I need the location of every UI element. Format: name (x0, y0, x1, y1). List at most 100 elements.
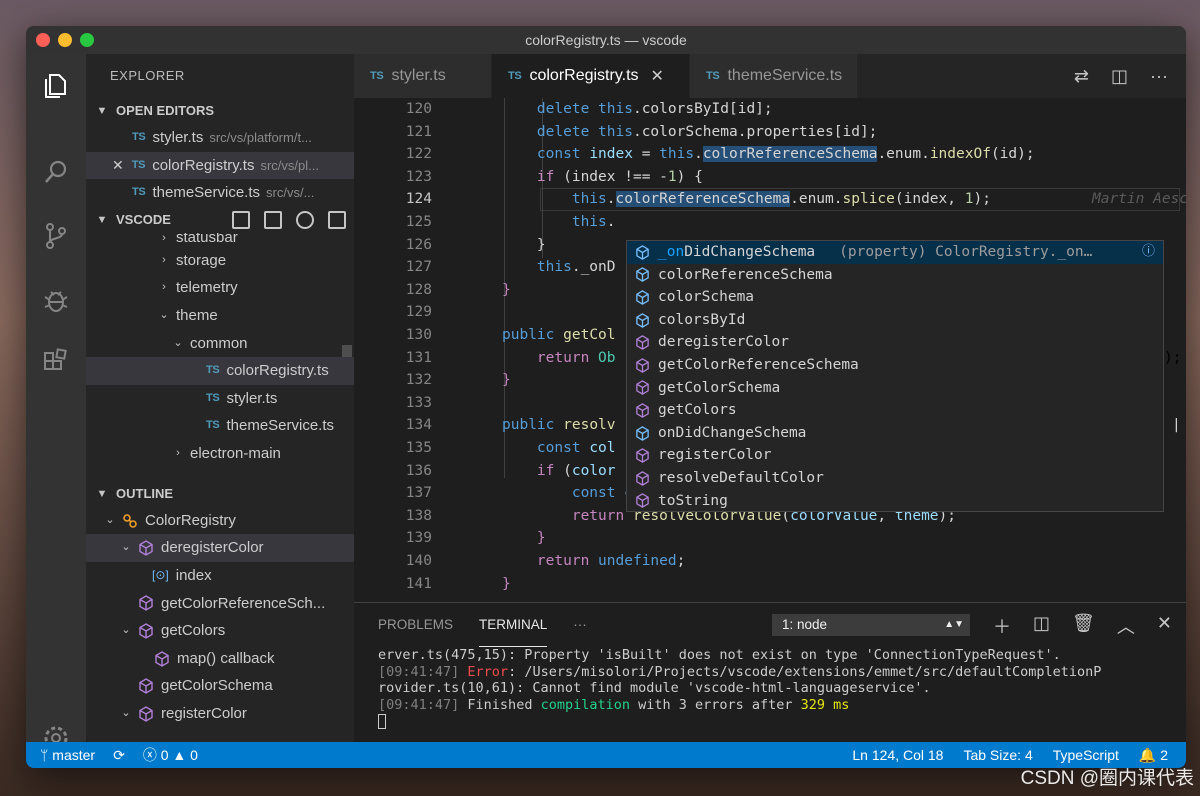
suggestion-item[interactable]: getColors (627, 399, 1163, 422)
property-icon (636, 425, 649, 441)
minimize-window-button[interactable] (58, 33, 72, 47)
compare-changes-icon[interactable]: ⇄ (1074, 66, 1089, 87)
bottom-panel: PROBLEMS TERMINAL ··· 1: node ▲▼ ＋ ◫ 🗑 ︿… (354, 602, 1186, 742)
outline-item[interactable]: ⌄ deregisterColor (86, 534, 354, 562)
typescript-file-icon: TS (206, 391, 220, 404)
explorer-title: EXPLORER (110, 68, 185, 83)
cursor-position[interactable]: Ln 124, Col 18 (852, 747, 943, 763)
notifications-indicator[interactable]: 🔔 2 (1139, 747, 1168, 764)
files-icon[interactable] (38, 68, 74, 104)
new-folder-icon[interactable] (264, 210, 282, 229)
outline-item[interactable]: ⌄ ColorRegistry (86, 507, 354, 535)
suggestion-item[interactable]: getColorReferenceSchema (627, 354, 1163, 377)
tab-terminal[interactable]: TERMINAL (479, 603, 548, 647)
outline-item[interactable]: getColorSchema (86, 672, 354, 700)
terminal-output[interactable]: erver.ts(475,15): Property 'isBuilt' doe… (354, 647, 1186, 730)
property-icon (636, 312, 649, 328)
suggestion-item[interactable]: onDidChangeSchema (627, 422, 1163, 445)
new-terminal-icon[interactable]: ＋ (993, 613, 1011, 639)
open-editors-header[interactable]: ▼ OPEN EDITORS (86, 98, 354, 124)
zoom-window-button[interactable] (80, 33, 94, 47)
tree-file[interactable]: TS themeService.ts (86, 412, 354, 440)
suggestion-item[interactable]: deregisterColor (627, 331, 1163, 354)
outline-item[interactable]: ⌄ getColors (86, 617, 354, 645)
open-editor-item[interactable]: TS themeService.ts src/vs/... (86, 179, 354, 207)
search-icon[interactable] (38, 154, 74, 190)
workspace-header[interactable]: ▼ VSCODE (86, 207, 354, 233)
suggestion-item[interactable]: toString (627, 490, 1163, 513)
tree-folder[interactable]: ⌄ common (86, 330, 354, 358)
git-branch-icon: ᛘ (40, 747, 53, 763)
outline-item[interactable]: map() callback (86, 645, 354, 673)
close-tab-icon[interactable]: ✕ (651, 66, 664, 86)
tree-folder[interactable]: › statusbar (86, 233, 354, 247)
property-icon (636, 244, 649, 260)
terminal-selector[interactable]: 1: node ▲▼ (772, 614, 970, 636)
tree-folder[interactable]: › electron-main (86, 440, 354, 468)
more-actions-icon[interactable]: ··· (1150, 66, 1168, 87)
tree-folder[interactable]: ⌄ theme (86, 302, 354, 330)
extensions-icon[interactable] (38, 344, 74, 380)
language-mode[interactable]: TypeScript (1053, 747, 1119, 763)
method-icon (636, 470, 649, 486)
outline-item[interactable]: getColorReferenceSch... (86, 590, 354, 618)
source-control-icon[interactable] (38, 218, 74, 254)
trash-icon[interactable]: 🗑 (1072, 613, 1095, 639)
property-icon (636, 267, 649, 283)
tree-file[interactable]: TS styler.ts (86, 385, 354, 413)
open-editor-item[interactable]: TS styler.ts src/vs/platform/t... (86, 124, 354, 152)
suggestion-item[interactable]: _on DidChangeSchema (property) ColorRegis… (627, 241, 1163, 264)
suggestion-item[interactable]: registerColor (627, 444, 1163, 467)
split-terminal-icon[interactable]: ◫ (1033, 613, 1050, 639)
collapse-all-icon[interactable] (328, 210, 346, 229)
outline-header[interactable]: ▼ OUTLINE (86, 481, 354, 507)
tab-problems[interactable]: PROBLEMS (378, 603, 453, 647)
sync-icon[interactable]: ⟳ (113, 747, 125, 764)
suggestion-item[interactable]: colorSchema (627, 286, 1163, 309)
window-title: colorRegistry.ts — vscode (525, 32, 687, 48)
maximize-panel-icon[interactable]: ︿ (1117, 613, 1135, 639)
method-icon (139, 678, 153, 694)
tab-styler[interactable]: TS styler.ts (354, 54, 492, 98)
code-editor[interactable]: 120 delete this.colorsById[id]; 121 dele… (354, 98, 1186, 602)
suggestion-item[interactable]: resolveDefaultColor (627, 467, 1163, 490)
open-editor-item[interactable]: ✕ TS colorRegistry.ts src/vs/pl... (86, 151, 354, 180)
tab-color-registry[interactable]: TS colorRegistry.ts ✕ (492, 54, 690, 98)
tab-theme-service[interactable]: TS themeService.ts (690, 54, 858, 98)
chevron-down-icon: ⌄ (105, 513, 115, 526)
close-icon[interactable]: ✕ (112, 152, 124, 180)
property-icon (636, 290, 649, 305)
title-bar: colorRegistry.ts — vscode (26, 26, 1186, 54)
chevron-right-icon: › (162, 232, 166, 244)
close-panel-icon[interactable]: ✕ (1157, 613, 1172, 639)
chevron-down-icon: ▼ (96, 213, 108, 226)
method-icon (139, 595, 153, 612)
branch-indicator[interactable]: ᛘ master (40, 747, 95, 763)
outline-item[interactable]: [⊙] index (86, 562, 354, 590)
tree-folder[interactable]: › telemetry (86, 274, 354, 302)
split-editor-icon[interactable]: ◫ (1111, 66, 1128, 87)
chevron-right-icon: › (162, 253, 166, 266)
refresh-icon[interactable] (296, 210, 314, 229)
tree-file[interactable]: TS colorRegistry.ts (86, 357, 354, 385)
problems-indicator[interactable]: ⓧ 0 ▲ 0 (143, 745, 198, 765)
explorer-sidebar: EXPLORER ▼ OPEN EDITORS TS styler.ts src… (86, 54, 354, 742)
info-icon[interactable]: ⓘ (1142, 241, 1155, 264)
debug-icon[interactable] (38, 282, 74, 318)
typescript-file-icon: TS (206, 364, 220, 377)
tab-size[interactable]: Tab Size: 4 (963, 747, 1032, 763)
tree-folder[interactable]: › storage (86, 247, 354, 275)
panel-more-icon[interactable]: ··· (573, 603, 587, 647)
new-file-icon[interactable] (232, 210, 250, 229)
outline-item[interactable]: ⌄ registerColor (86, 700, 354, 728)
class-icon (123, 513, 137, 528)
chevron-down-icon: ⌄ (159, 308, 169, 321)
vscode-window: colorRegistry.ts — vscode EXPLORER ▼ OPE… (26, 26, 1186, 768)
typescript-file-icon: TS (370, 70, 384, 82)
suggestion-item[interactable]: colorReferenceSchema (627, 264, 1163, 287)
suggestion-item[interactable]: getColorSchema (627, 377, 1163, 400)
close-window-button[interactable] (36, 33, 50, 47)
suggestion-item[interactable]: colorsById (627, 309, 1163, 332)
method-icon (636, 493, 649, 509)
method-icon (155, 650, 169, 667)
